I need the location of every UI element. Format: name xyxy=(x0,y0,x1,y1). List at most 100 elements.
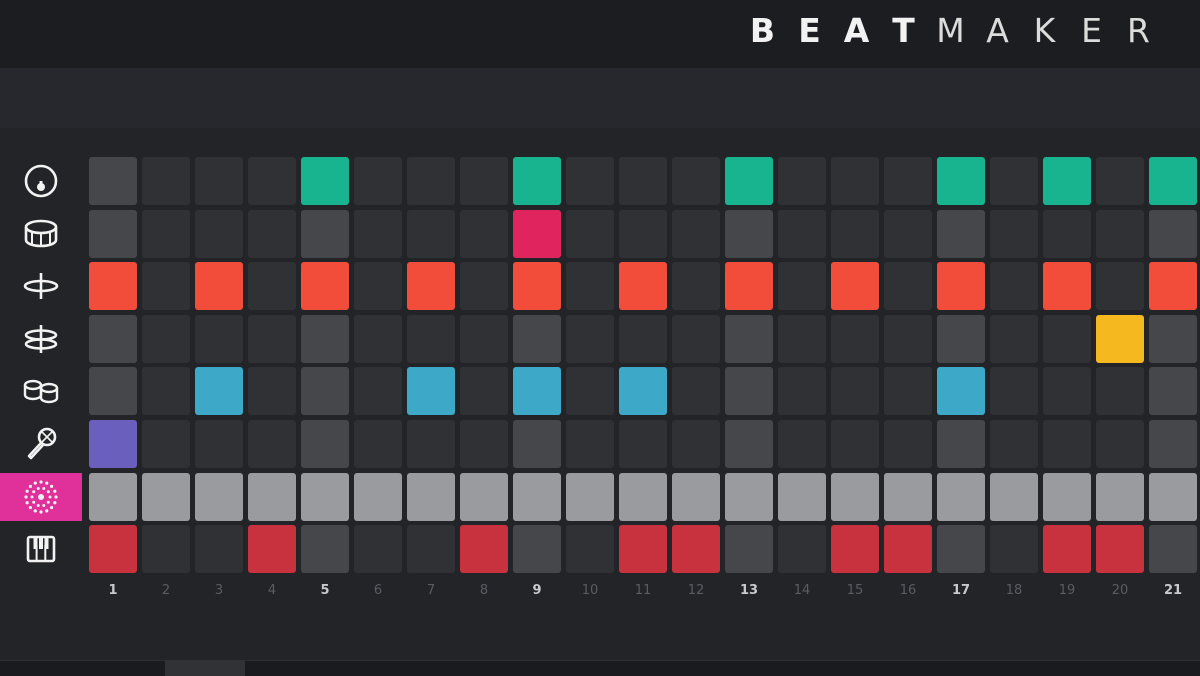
step-pad-hi-hat-11[interactable] xyxy=(619,262,667,310)
step-pad-toms-4[interactable] xyxy=(248,367,296,415)
step-pad-cymbal-14[interactable] xyxy=(778,315,826,363)
step-pad-hi-hat-14[interactable] xyxy=(778,262,826,310)
step-pad-keys-8[interactable] xyxy=(460,525,508,573)
step-pad-fx-14[interactable] xyxy=(778,473,826,521)
step-pad-vocal-6[interactable] xyxy=(354,420,402,468)
step-pad-fx-18[interactable] xyxy=(990,473,1038,521)
instrument-button-kick[interactable] xyxy=(0,157,82,205)
step-pad-fx-16[interactable] xyxy=(884,473,932,521)
step-pad-snare-3[interactable] xyxy=(195,210,243,258)
step-pad-fx-6[interactable] xyxy=(354,473,402,521)
step-pad-fx-11[interactable] xyxy=(619,473,667,521)
step-pad-snare-12[interactable] xyxy=(672,210,720,258)
step-pad-kick-17[interactable] xyxy=(937,157,985,205)
step-pad-toms-16[interactable] xyxy=(884,367,932,415)
step-pad-hi-hat-2[interactable] xyxy=(142,262,190,310)
step-pad-vocal-3[interactable] xyxy=(195,420,243,468)
step-pad-fx-21[interactable] xyxy=(1149,473,1197,521)
step-pad-kick-15[interactable] xyxy=(831,157,879,205)
step-pad-snare-6[interactable] xyxy=(354,210,402,258)
step-pad-keys-7[interactable] xyxy=(407,525,455,573)
step-pad-vocal-13[interactable] xyxy=(725,420,773,468)
step-pad-kick-8[interactable] xyxy=(460,157,508,205)
step-pad-vocal-16[interactable] xyxy=(884,420,932,468)
instrument-button-snare[interactable] xyxy=(0,210,82,258)
step-pad-vocal-4[interactable] xyxy=(248,420,296,468)
step-pad-cymbal-11[interactable] xyxy=(619,315,667,363)
step-pad-hi-hat-8[interactable] xyxy=(460,262,508,310)
step-pad-toms-11[interactable] xyxy=(619,367,667,415)
step-pad-kick-11[interactable] xyxy=(619,157,667,205)
step-pad-fx-5[interactable] xyxy=(301,473,349,521)
step-pad-toms-5[interactable] xyxy=(301,367,349,415)
step-pad-kick-12[interactable] xyxy=(672,157,720,205)
step-pad-toms-7[interactable] xyxy=(407,367,455,415)
step-pad-vocal-1[interactable] xyxy=(89,420,137,468)
step-pad-keys-18[interactable] xyxy=(990,525,1038,573)
step-pad-keys-4[interactable] xyxy=(248,525,296,573)
step-pad-keys-13[interactable] xyxy=(725,525,773,573)
step-pad-keys-17[interactable] xyxy=(937,525,985,573)
step-pad-snare-16[interactable] xyxy=(884,210,932,258)
instrument-button-keys[interactable] xyxy=(0,525,82,573)
step-pad-snare-9[interactable] xyxy=(513,210,561,258)
step-pad-snare-4[interactable] xyxy=(248,210,296,258)
instrument-button-fx[interactable] xyxy=(0,473,82,521)
step-pad-keys-5[interactable] xyxy=(301,525,349,573)
step-pad-cymbal-9[interactable] xyxy=(513,315,561,363)
step-pad-snare-14[interactable] xyxy=(778,210,826,258)
instrument-button-cymbal[interactable] xyxy=(0,315,82,363)
step-pad-fx-10[interactable] xyxy=(566,473,614,521)
step-pad-snare-15[interactable] xyxy=(831,210,879,258)
step-pad-toms-14[interactable] xyxy=(778,367,826,415)
step-pad-snare-18[interactable] xyxy=(990,210,1038,258)
step-pad-toms-21[interactable] xyxy=(1149,367,1197,415)
step-pad-cymbal-21[interactable] xyxy=(1149,315,1197,363)
step-pad-keys-16[interactable] xyxy=(884,525,932,573)
step-pad-vocal-5[interactable] xyxy=(301,420,349,468)
step-pad-toms-1[interactable] xyxy=(89,367,137,415)
step-pad-keys-1[interactable] xyxy=(89,525,137,573)
step-pad-cymbal-3[interactable] xyxy=(195,315,243,363)
step-pad-cymbal-19[interactable] xyxy=(1043,315,1091,363)
step-pad-fx-13[interactable] xyxy=(725,473,773,521)
instrument-button-toms[interactable] xyxy=(0,367,82,415)
step-pad-keys-12[interactable] xyxy=(672,525,720,573)
step-pad-fx-4[interactable] xyxy=(248,473,296,521)
step-pad-cymbal-12[interactable] xyxy=(672,315,720,363)
step-pad-keys-21[interactable] xyxy=(1149,525,1197,573)
step-pad-vocal-2[interactable] xyxy=(142,420,190,468)
step-pad-hi-hat-12[interactable] xyxy=(672,262,720,310)
step-pad-hi-hat-10[interactable] xyxy=(566,262,614,310)
step-pad-kick-13[interactable] xyxy=(725,157,773,205)
step-pad-snare-13[interactable] xyxy=(725,210,773,258)
step-pad-toms-3[interactable] xyxy=(195,367,243,415)
step-pad-kick-1[interactable] xyxy=(89,157,137,205)
step-pad-toms-18[interactable] xyxy=(990,367,1038,415)
step-pad-keys-15[interactable] xyxy=(831,525,879,573)
step-pad-vocal-15[interactable] xyxy=(831,420,879,468)
step-pad-fx-3[interactable] xyxy=(195,473,243,521)
step-pad-hi-hat-3[interactable] xyxy=(195,262,243,310)
step-pad-hi-hat-15[interactable] xyxy=(831,262,879,310)
step-pad-vocal-7[interactable] xyxy=(407,420,455,468)
step-pad-toms-15[interactable] xyxy=(831,367,879,415)
step-pad-vocal-18[interactable] xyxy=(990,420,1038,468)
step-pad-hi-hat-5[interactable] xyxy=(301,262,349,310)
step-pad-kick-4[interactable] xyxy=(248,157,296,205)
step-pad-toms-12[interactable] xyxy=(672,367,720,415)
step-pad-cymbal-20[interactable] xyxy=(1096,315,1144,363)
step-pad-kick-7[interactable] xyxy=(407,157,455,205)
step-pad-fx-15[interactable] xyxy=(831,473,879,521)
step-pad-toms-6[interactable] xyxy=(354,367,402,415)
step-pad-kick-20[interactable] xyxy=(1096,157,1144,205)
step-pad-snare-10[interactable] xyxy=(566,210,614,258)
step-pad-cymbal-2[interactable] xyxy=(142,315,190,363)
step-pad-fx-9[interactable] xyxy=(513,473,561,521)
step-pad-vocal-21[interactable] xyxy=(1149,420,1197,468)
step-pad-cymbal-18[interactable] xyxy=(990,315,1038,363)
step-pad-hi-hat-20[interactable] xyxy=(1096,262,1144,310)
step-pad-cymbal-5[interactable] xyxy=(301,315,349,363)
step-pad-snare-17[interactable] xyxy=(937,210,985,258)
step-pad-keys-14[interactable] xyxy=(778,525,826,573)
